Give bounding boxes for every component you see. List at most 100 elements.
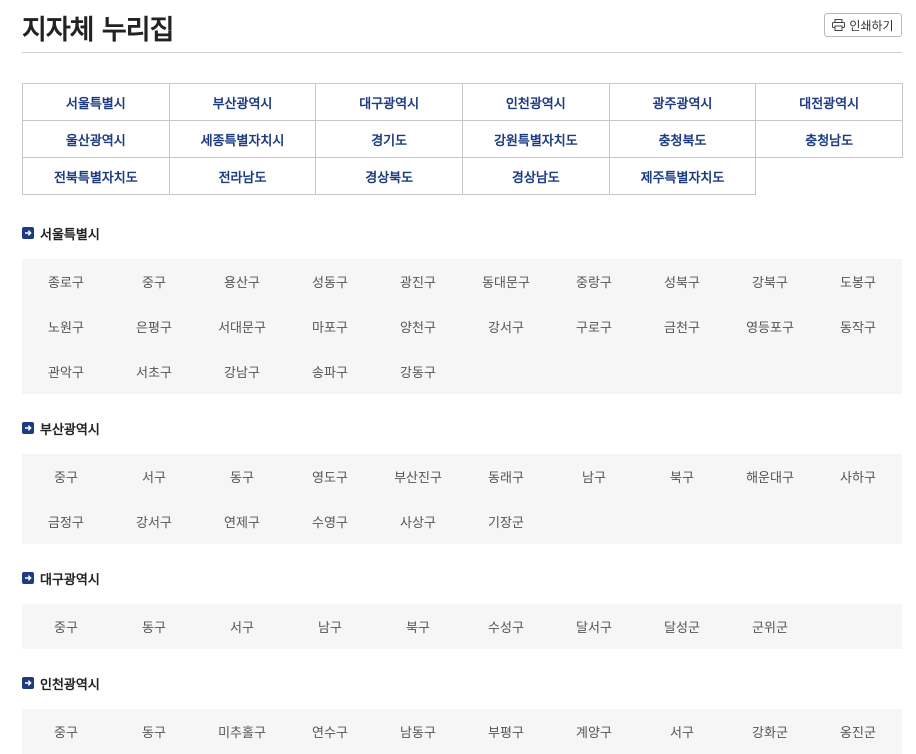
district-link[interactable]: 달성군 bbox=[638, 604, 726, 649]
district-link[interactable]: 동작구 bbox=[814, 304, 902, 349]
district-link[interactable]: 사하구 bbox=[814, 454, 902, 499]
district-link[interactable]: 강북구 bbox=[726, 259, 814, 304]
region-grid: 서울특별시 부산광역시 대구광역시 인천광역시 광주광역시 대전광역시울산광역시 세종특별자… bbox=[22, 83, 903, 195]
region-link[interactable]: 경상북도 bbox=[316, 158, 463, 195]
district-link[interactable]: 동구 bbox=[198, 454, 286, 499]
region-link[interactable]: 제주특별자치도 bbox=[609, 158, 757, 195]
district-link[interactable]: 도봉구 bbox=[814, 259, 902, 304]
arrow-right-icon bbox=[22, 227, 34, 239]
district-link[interactable]: 광진구 bbox=[374, 259, 462, 304]
page-title: 지자체 누리집 bbox=[22, 15, 174, 46]
district-link[interactable]: 성북구 bbox=[638, 259, 726, 304]
district-link[interactable]: 중구 bbox=[22, 604, 110, 649]
district-link[interactable]: 옹진군 bbox=[814, 709, 902, 754]
region-link[interactable]: 서울특별시 bbox=[23, 84, 170, 121]
region-link[interactable]: 경상남도 bbox=[463, 158, 610, 195]
district-link[interactable]: 성동구 bbox=[286, 259, 374, 304]
district-link[interactable]: 송파구 bbox=[286, 349, 374, 394]
printer-icon bbox=[832, 19, 846, 31]
page-header: 지자체 누리집 인쇄하기 bbox=[22, 0, 902, 53]
district-link[interactable]: 동구 bbox=[110, 604, 198, 649]
region-link[interactable]: 울산광역시 bbox=[23, 121, 170, 158]
district-link[interactable]: 금정구 bbox=[22, 499, 110, 544]
district-link[interactable]: 영등포구 bbox=[726, 304, 814, 349]
section-title: 서울특별시 bbox=[40, 227, 100, 243]
district-link[interactable]: 종로구 bbox=[22, 259, 110, 304]
section-heading: 인천광역시 bbox=[22, 673, 902, 693]
district-link[interactable]: 연수구 bbox=[286, 709, 374, 754]
section-title: 인천광역시 bbox=[40, 677, 100, 693]
district-link[interactable]: 영도구 bbox=[286, 454, 374, 499]
region-link[interactable]: 충청남도 bbox=[756, 121, 903, 158]
region-link[interactable]: 대전광역시 bbox=[756, 84, 903, 121]
district-link[interactable]: 부평구 bbox=[462, 709, 550, 754]
arrow-right-icon bbox=[22, 422, 34, 434]
district-link[interactable]: 강동구 bbox=[374, 349, 462, 394]
district-link[interactable]: 해운대구 bbox=[726, 454, 814, 499]
district-link[interactable]: 은평구 bbox=[110, 304, 198, 349]
district-link[interactable]: 미추홀구 bbox=[198, 709, 286, 754]
district-link[interactable]: 강서구 bbox=[110, 499, 198, 544]
district-link[interactable]: 서구 bbox=[198, 604, 286, 649]
district-link[interactable]: 서구 bbox=[110, 454, 198, 499]
region-link[interactable]: 전북특별자치도 bbox=[23, 158, 170, 195]
district-link[interactable]: 노원구 bbox=[22, 304, 110, 349]
print-button[interactable]: 인쇄하기 bbox=[824, 13, 902, 37]
district-link[interactable]: 중랑구 bbox=[550, 259, 638, 304]
arrow-right-icon bbox=[22, 677, 34, 689]
region-empty-cell bbox=[756, 158, 903, 195]
district-link[interactable]: 관악구 bbox=[22, 349, 110, 394]
region-link[interactable]: 충청북도 bbox=[609, 121, 757, 158]
region-link[interactable]: 광주광역시 bbox=[609, 84, 757, 121]
district-section: 인천광역시중구 동구 미추홀구 연수구 남동구 부평구 계양구 서구 강화군 옹진군 bbox=[22, 673, 902, 754]
region-link[interactable]: 대구광역시 bbox=[316, 84, 463, 121]
section-title: 대구광역시 bbox=[40, 572, 100, 588]
district-link[interactable]: 서대문구 bbox=[198, 304, 286, 349]
arrow-right-icon bbox=[22, 572, 34, 584]
district-link[interactable]: 강서구 bbox=[462, 304, 550, 349]
district-link[interactable]: 연제구 bbox=[198, 499, 286, 544]
district-link[interactable]: 군위군 bbox=[726, 604, 814, 649]
district-link[interactable]: 사상구 bbox=[374, 499, 462, 544]
region-link[interactable]: 부산광역시 bbox=[169, 84, 317, 121]
region-link[interactable]: 세종특별자치시 bbox=[169, 121, 317, 158]
district-list: 중구 동구 미추홀구 연수구 남동구 부평구 계양구 서구 강화군 옹진군 bbox=[22, 709, 902, 754]
district-link[interactable]: 강화군 bbox=[726, 709, 814, 754]
district-link[interactable]: 수성구 bbox=[462, 604, 550, 649]
district-link[interactable]: 금천구 bbox=[638, 304, 726, 349]
section-heading: 서울특별시 bbox=[22, 223, 902, 243]
region-link[interactable]: 인천광역시 bbox=[463, 84, 610, 121]
district-link[interactable]: 마포구 bbox=[286, 304, 374, 349]
district-list: 중구 서구 동구 영도구 부산진구 동래구 남구 북구 해운대구 사하구금정구 강서구 연제구 수영구 사… bbox=[22, 454, 902, 544]
district-link[interactable]: 동래구 bbox=[462, 454, 550, 499]
region-link[interactable]: 경기도 bbox=[316, 121, 463, 158]
district-link[interactable]: 서구 bbox=[638, 709, 726, 754]
district-link[interactable]: 중구 bbox=[110, 259, 198, 304]
district-section: 서울특별시종로구 중구 용산구 성동구 광진구 동대문구 중랑구 성북구 강북구 도봉구노원구 은평… bbox=[22, 223, 902, 394]
district-link[interactable]: 부산진구 bbox=[374, 454, 462, 499]
district-link[interactable]: 구로구 bbox=[550, 304, 638, 349]
print-label: 인쇄하기 bbox=[849, 18, 894, 33]
district-link[interactable]: 계양구 bbox=[550, 709, 638, 754]
district-link[interactable]: 강남구 bbox=[198, 349, 286, 394]
district-link[interactable]: 중구 bbox=[22, 709, 110, 754]
district-list: 중구 동구 서구 남구 북구 수성구 달서구 달성군 군위군 bbox=[22, 604, 902, 649]
district-link[interactable]: 북구 bbox=[374, 604, 462, 649]
district-link[interactable]: 달서구 bbox=[550, 604, 638, 649]
district-link[interactable]: 동구 bbox=[110, 709, 198, 754]
section-heading: 부산광역시 bbox=[22, 418, 902, 438]
district-link[interactable]: 남구 bbox=[550, 454, 638, 499]
district-link[interactable]: 수영구 bbox=[286, 499, 374, 544]
district-link[interactable]: 남동구 bbox=[374, 709, 462, 754]
district-link[interactable]: 중구 bbox=[22, 454, 110, 499]
district-list: 종로구 중구 용산구 성동구 광진구 동대문구 중랑구 성북구 강북구 도봉구노원구 은평구 서대문구… bbox=[22, 259, 902, 394]
region-link[interactable]: 전라남도 bbox=[169, 158, 317, 195]
district-link[interactable]: 양천구 bbox=[374, 304, 462, 349]
district-link[interactable]: 남구 bbox=[286, 604, 374, 649]
district-link[interactable]: 동대문구 bbox=[462, 259, 550, 304]
district-link[interactable]: 서초구 bbox=[110, 349, 198, 394]
district-link[interactable]: 북구 bbox=[638, 454, 726, 499]
district-link[interactable]: 용산구 bbox=[198, 259, 286, 304]
district-link[interactable]: 기장군 bbox=[462, 499, 550, 544]
region-link[interactable]: 강원특별자치도 bbox=[463, 121, 610, 158]
